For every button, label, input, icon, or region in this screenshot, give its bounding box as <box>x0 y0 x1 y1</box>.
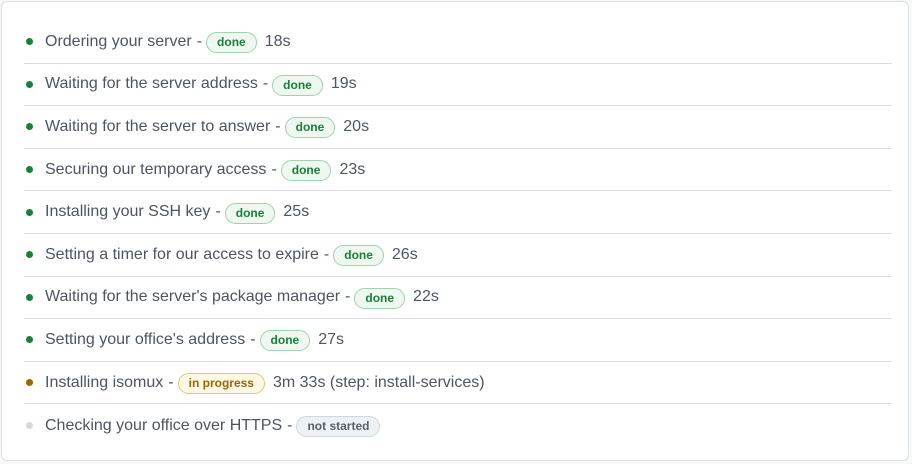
status-dot-icon <box>26 123 33 131</box>
step-row: Waiting for the server's package manager… <box>24 277 892 320</box>
step-row: Waiting for the server address - done 19… <box>24 64 892 107</box>
step-label: Checking your office over HTTPS <box>45 416 283 434</box>
step-label: Waiting for the server address <box>45 75 258 93</box>
step-separator: - <box>287 416 293 434</box>
step-row: Ordering your server - done 18s <box>24 21 892 64</box>
status-dot-icon <box>26 80 33 88</box>
step-separator: - <box>262 75 269 93</box>
status-badge: done <box>284 117 336 139</box>
step-label: Installing your SSH key <box>45 203 211 221</box>
step-duration: 19s <box>330 75 357 93</box>
status-badge: done <box>272 74 323 96</box>
step-separator: - <box>271 160 277 178</box>
step-row: Installing your SSH key - done 25s <box>24 191 892 234</box>
steps-list: Ordering your server - done 18s Waiting … <box>24 21 892 447</box>
step-label: Setting a timer for our access to expire <box>45 245 319 263</box>
step-label: Setting your office's address <box>45 330 246 348</box>
step-separator: - <box>275 117 281 135</box>
step-duration: 22s <box>413 288 439 306</box>
status-badge: done <box>333 245 384 267</box>
status-dot-icon <box>26 422 33 430</box>
step-duration: 20s <box>343 117 370 135</box>
status-dot-icon <box>26 166 33 174</box>
status-dot-icon <box>26 38 33 46</box>
step-label: Installing isomux <box>45 373 164 391</box>
step-separator: - <box>215 203 221 221</box>
step-separator: - <box>345 288 351 306</box>
status-badge: not started <box>296 416 381 438</box>
step-duration: 3m 33s (step: install-services) <box>272 373 485 391</box>
status-dot-icon <box>26 293 33 301</box>
step-row: Securing our temporary access - done 23s <box>24 149 892 192</box>
status-badge: done <box>259 330 311 352</box>
step-duration: 27s <box>318 330 344 348</box>
status-badge: done <box>354 287 406 309</box>
step-row: Setting a timer for our access to expire… <box>24 234 892 277</box>
status-badge: done <box>280 160 332 182</box>
step-label: Ordering your server <box>45 32 192 50</box>
status-badge: done <box>224 202 276 224</box>
step-duration: 26s <box>391 245 418 263</box>
status-badge: done <box>206 32 257 54</box>
step-row: Installing isomux - in progress 3m 33s (… <box>24 362 892 405</box>
step-duration: 18s <box>264 32 291 50</box>
step-separator: - <box>196 32 203 50</box>
status-dot-icon <box>26 379 33 387</box>
status-badge: in progress <box>177 373 265 395</box>
provisioning-steps-card: Ordering your server - done 18s Waiting … <box>1 1 909 461</box>
status-dot-icon <box>26 208 33 216</box>
step-separator: - <box>168 373 174 391</box>
step-separator: - <box>250 330 256 348</box>
step-row: Checking your office over HTTPS - not st… <box>24 404 892 447</box>
step-label: Securing our temporary access <box>45 160 267 178</box>
step-row: Setting your office's address - done 27s <box>24 319 892 362</box>
step-duration: 23s <box>339 160 366 178</box>
step-label: Waiting for the server to answer <box>45 117 271 135</box>
step-duration: 25s <box>283 203 310 221</box>
status-dot-icon <box>26 336 33 344</box>
step-row: Waiting for the server to answer - done … <box>24 106 892 149</box>
step-separator: - <box>323 245 330 263</box>
status-dot-icon <box>26 251 33 259</box>
step-label: Waiting for the server's package manager <box>45 288 341 306</box>
